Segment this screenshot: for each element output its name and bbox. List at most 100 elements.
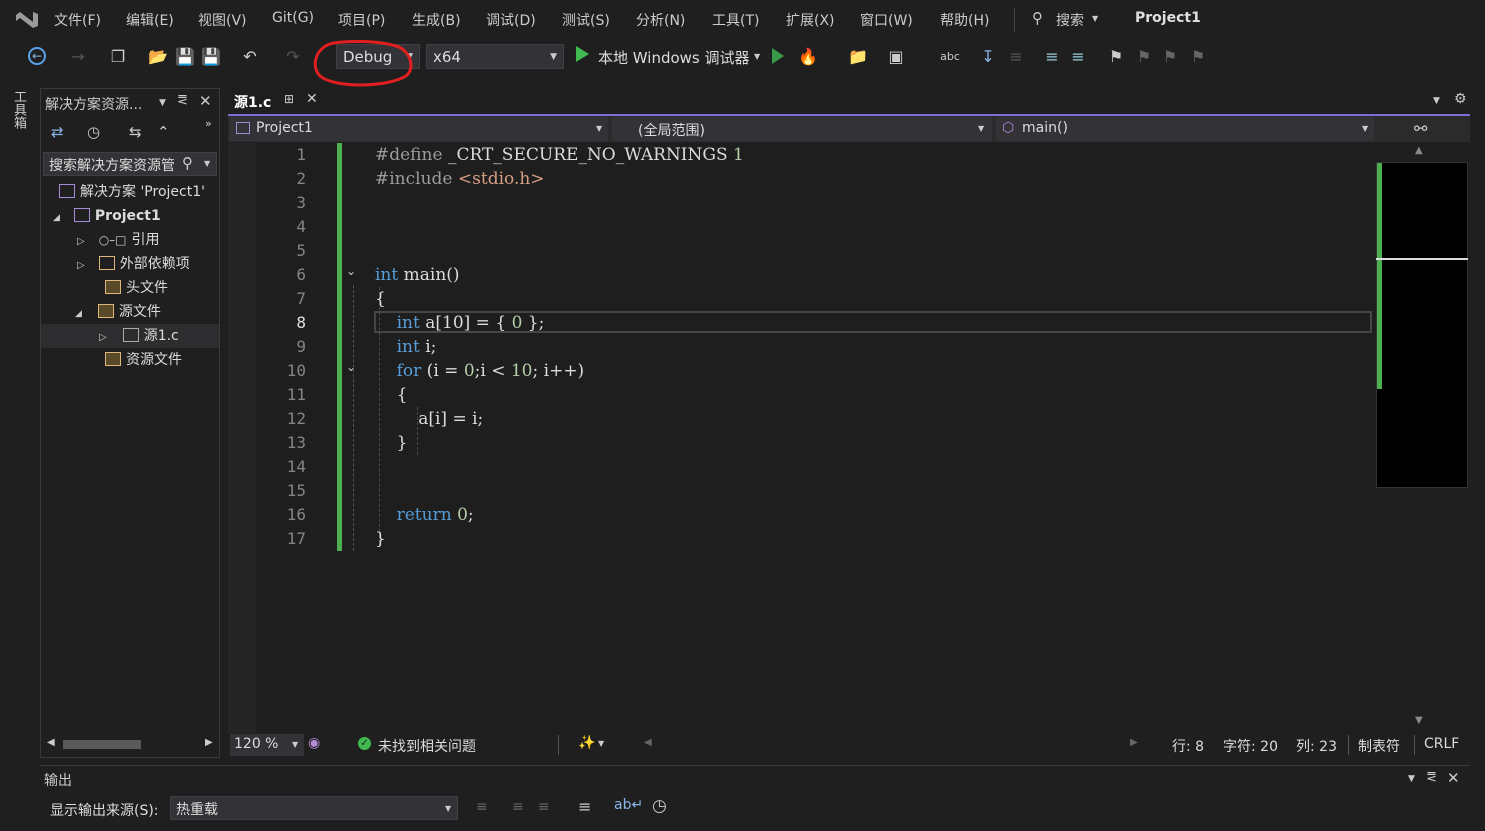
nav-project-select[interactable]: Project1 ▼ (230, 117, 608, 141)
tree-item-external-deps[interactable]: ▷ 外部依赖项 (77, 252, 190, 276)
chevron-down-icon[interactable]: ▼ (1408, 774, 1415, 784)
menu-extensions[interactable]: 扩展(X) (786, 10, 835, 30)
bookmark-icon[interactable]: ⚑ (1106, 47, 1126, 67)
next-bookmark-icon[interactable]: ⚑ (1160, 47, 1180, 67)
comment-icon[interactable]: ≡ (1042, 47, 1062, 67)
nav-scope-select[interactable]: (全局范围) ▼ (612, 117, 992, 141)
code-cleanup-icon[interactable]: ✨ (578, 735, 595, 751)
tree-item-references[interactable]: ▷ ○–□ 引用 (77, 228, 160, 252)
menu-build[interactable]: 生成(B) (412, 10, 461, 30)
run-debugger-button[interactable]: 本地 Windows 调试器 (598, 47, 750, 68)
menu-analyze[interactable]: 分析(N) (636, 10, 685, 30)
menu-help[interactable]: 帮助(H) (940, 10, 989, 30)
redo-icon[interactable]: ↷ (283, 47, 303, 67)
vertical-scrollbar-map[interactable]: ▲ ▼ (1375, 143, 1470, 733)
menu-debug[interactable]: 调试(D) (486, 10, 536, 30)
word-wrap-icon[interactable]: ab↵ (614, 797, 643, 813)
scroll-left-icon[interactable]: ◀ (47, 737, 55, 748)
output-source-select[interactable]: 热重载 ▼ (170, 796, 458, 820)
scroll-thumb[interactable] (63, 740, 141, 749)
prev-message-icon[interactable]: ≡ (512, 799, 524, 815)
spell-check-icon[interactable]: abc (940, 47, 960, 67)
step-icon[interactable]: ↧ (978, 47, 998, 67)
tree-item-source-c[interactable]: ▷ 源1.c (99, 324, 179, 348)
copilot-icon[interactable]: ◉ (308, 735, 320, 751)
pin-icon[interactable]: ⊞ (284, 92, 294, 106)
split-editor-icon[interactable]: ⚯ (1414, 119, 1427, 138)
sync-icon[interactable]: ⇄ (51, 123, 64, 141)
switch-view-icon[interactable]: ⇆ (129, 123, 142, 141)
start-without-debug-icon[interactable] (772, 48, 784, 64)
tab-source1-c[interactable]: 源1.c ⊞ ✕ (228, 88, 328, 114)
code-token: a[i] = i; (375, 409, 484, 429)
search-icon[interactable]: ⚲ (1032, 9, 1043, 27)
back-icon[interactable]: ← (28, 47, 46, 65)
pin-icon[interactable]: ⪙ (177, 93, 188, 108)
filter-folder-icon (105, 280, 121, 294)
more-icon[interactable]: » (205, 117, 212, 130)
solution-search-box[interactable]: 搜索解决方案资源管 ⚲ ▼ (43, 152, 217, 176)
menu-tools[interactable]: 工具(T) (712, 10, 759, 30)
char-indicator[interactable]: 字符: 20 (1223, 736, 1278, 756)
next-message-icon[interactable]: ≡ (538, 799, 550, 815)
gear-icon[interactable]: ⚙ (1454, 91, 1467, 107)
indent-icon[interactable]: ≡ (1006, 47, 1026, 67)
search-menu[interactable]: 搜索 (1056, 10, 1084, 30)
hot-reload-icon[interactable]: 🔥 (798, 47, 818, 67)
clock-icon[interactable]: ◷ (652, 796, 667, 816)
open-folder-icon[interactable]: 📂 (148, 47, 168, 67)
forward-icon[interactable]: → (68, 47, 88, 67)
menu-test[interactable]: 测试(S) (562, 10, 610, 30)
scroll-right-icon[interactable]: ▶ (205, 737, 213, 748)
history-icon[interactable]: ◷ (87, 123, 100, 141)
clear-bookmark-icon[interactable]: ⚑ (1188, 47, 1208, 67)
pin-icon[interactable]: ⪙ (1426, 770, 1437, 785)
collapse-all-icon[interactable]: ⌃ (157, 123, 170, 141)
close-icon[interactable]: ✕ (1447, 769, 1460, 787)
save-icon[interactable]: 💾 (175, 47, 195, 67)
fold-main-icon[interactable]: ⌄ (346, 264, 356, 278)
nav-member-select[interactable]: ⬡ main() ▼ (996, 117, 1374, 141)
minimap-preview[interactable] (1376, 162, 1468, 488)
close-icon[interactable]: ✕ (306, 91, 318, 107)
menu-edit[interactable]: 编辑(E) (126, 10, 174, 30)
prev-bookmark-icon[interactable]: ⚑ (1134, 47, 1154, 67)
menu-file[interactable]: 文件(F) (54, 10, 101, 30)
tree-item-resource-files[interactable]: 资源文件 (105, 348, 182, 372)
scroll-down-icon[interactable]: ▼ (1415, 715, 1423, 726)
scroll-right-icon[interactable]: ▶ (1130, 737, 1138, 748)
tree-item-source-files[interactable]: ◢ 源文件 (75, 300, 161, 324)
find-message-icon[interactable]: ≡ (476, 799, 488, 815)
clear-all-icon[interactable]: ≡ (578, 797, 591, 816)
scroll-left-icon[interactable]: ◀ (644, 737, 652, 748)
tree-item-project[interactable]: ◢ Project1 (53, 204, 161, 228)
issues-status[interactable]: 未找到相关问题 (378, 736, 476, 756)
line-ending[interactable]: CRLF (1424, 736, 1459, 752)
tree-item-header-files[interactable]: 头文件 (105, 276, 168, 300)
platform-select[interactable]: x64 ▼ (426, 44, 564, 69)
indent-mode[interactable]: 制表符 (1358, 736, 1400, 756)
folder-icon[interactable]: 📁 (848, 47, 868, 67)
close-icon[interactable]: ✕ (199, 92, 212, 110)
chevron-down-icon[interactable]: ▼ (159, 98, 166, 108)
layout-icon[interactable]: ▣ (886, 47, 906, 67)
toolbox-tab[interactable]: 工具箱 (10, 90, 28, 129)
menu-view[interactable]: 视图(V) (198, 10, 247, 30)
line-indicator[interactable]: 行: 8 (1172, 736, 1204, 756)
undo-icon[interactable]: ↶ (240, 47, 260, 67)
col-indicator[interactable]: 列: 23 (1296, 736, 1337, 756)
new-item-icon[interactable]: ❐ (108, 47, 128, 67)
menu-git[interactable]: Git(G) (272, 10, 314, 26)
play-icon[interactable] (576, 46, 589, 62)
zoom-select[interactable]: 120 % ▼ (230, 734, 304, 756)
tab-list-icon[interactable]: ▼ (1433, 96, 1440, 106)
output-source-value: 热重载 (176, 802, 218, 818)
scroll-up-icon[interactable]: ▲ (1415, 145, 1423, 156)
uncomment-icon[interactable]: ≡ (1068, 47, 1088, 67)
menu-window[interactable]: 窗口(W) (860, 10, 913, 30)
tree-item-solution[interactable]: 解决方案 'Project1' (59, 180, 205, 204)
horizontal-scrollbar[interactable]: ◀ ▶ (41, 735, 219, 753)
save-all-icon[interactable]: 💾 (201, 47, 221, 67)
code-editor[interactable]: 1 2 3 4 5 6 7 8 9 10 11 12 13 14 15 16 17 ⌄ ⌄ #define _C… (228, 143, 1375, 733)
menu-project[interactable]: 项目(P) (338, 10, 385, 30)
